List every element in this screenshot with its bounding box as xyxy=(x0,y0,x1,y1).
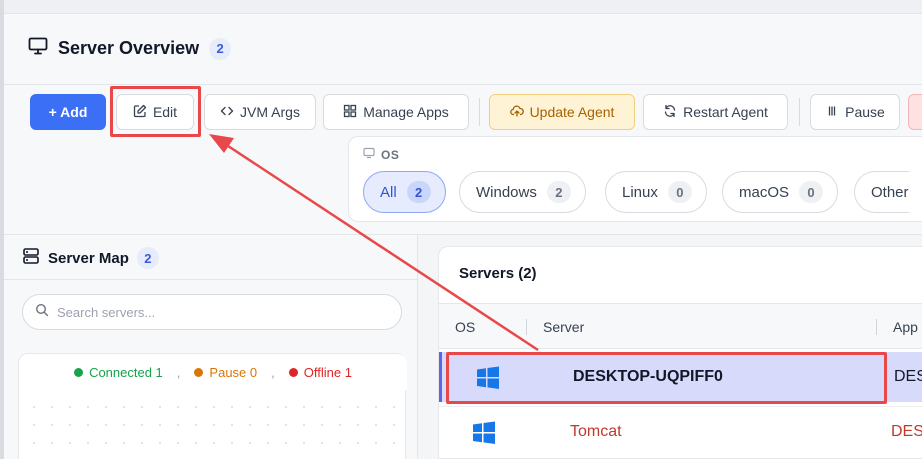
legend-offline: Offline 1 xyxy=(288,364,352,380)
legend-pause-label: Pause 0 xyxy=(209,364,258,380)
restart-agent-button[interactable]: Restart Agent xyxy=(643,94,788,130)
code-icon xyxy=(220,104,234,121)
refresh-icon xyxy=(663,104,677,121)
manage-apps-button[interactable]: Manage Apps xyxy=(323,94,469,130)
manage-apps-label: Manage Apps xyxy=(363,104,449,120)
monitor-icon xyxy=(363,147,375,162)
map-divider xyxy=(4,279,418,280)
pause-dot xyxy=(194,367,204,377)
edit-highlight-box xyxy=(110,86,201,137)
pause-icon xyxy=(825,104,839,121)
legend-connected: Connected 1 xyxy=(74,365,163,380)
pause-label: Pause xyxy=(845,104,885,120)
table-row[interactable]: Tomcat DES xyxy=(439,406,922,456)
status-legend: Connected 1 , Pause 0 , Offline 1 xyxy=(19,354,407,390)
os-chip-linux[interactable]: Linux 0 xyxy=(605,171,707,213)
chip-count: 2 xyxy=(546,181,571,203)
pause-button[interactable]: Pause xyxy=(810,94,900,130)
chip-label: Windows xyxy=(476,183,537,201)
restart-agent-label: Restart Agent xyxy=(683,104,768,120)
jvm-args-label: JVM Args xyxy=(240,104,300,120)
add-button-label: + Add xyxy=(48,104,88,120)
column-header-app[interactable]: App xyxy=(893,319,918,335)
legend-separator: , xyxy=(271,364,275,380)
os-filter-label: OS xyxy=(363,147,399,162)
grid-icon xyxy=(343,104,357,121)
server-map-title: Server Map xyxy=(48,249,129,267)
server-name: Tomcat xyxy=(570,423,622,440)
server-stack-icon xyxy=(22,247,40,269)
os-filter-panel: OS All 2 Windows 2 Linux 0 macOS 0 Other xyxy=(348,136,922,222)
column-header-os[interactable]: OS xyxy=(455,319,475,335)
toolbar-divider xyxy=(4,84,922,85)
server-app: DES xyxy=(891,423,922,440)
chip-count: 2 xyxy=(406,181,431,203)
top-strip xyxy=(4,0,922,14)
os-chip-all[interactable]: All 2 xyxy=(363,171,446,213)
cloud-upload-icon xyxy=(509,104,524,121)
legend-pause: Pause 0 xyxy=(194,365,257,380)
stop-button-partial[interactable] xyxy=(908,94,922,130)
servers-title: Servers (2) xyxy=(459,265,537,282)
chip-label: macOS xyxy=(739,183,790,201)
server-search[interactable] xyxy=(22,294,402,330)
jvm-args-button[interactable]: JVM Args xyxy=(204,94,316,130)
server-app: DES xyxy=(894,368,922,385)
page-title: Server Overview xyxy=(58,38,200,58)
os-chip-macos[interactable]: macOS 0 xyxy=(722,171,839,213)
search-input[interactable] xyxy=(57,304,377,320)
column-divider[interactable] xyxy=(876,319,877,335)
chip-count: 0 xyxy=(799,181,824,203)
toolbar-separator xyxy=(479,98,480,126)
chip-label: Other xyxy=(871,183,909,201)
search-icon xyxy=(35,303,49,322)
server-map-header: Server Map 2 xyxy=(22,247,159,269)
column-header-server[interactable]: Server xyxy=(543,319,584,335)
chip-label: Linux xyxy=(622,183,658,201)
windows-icon xyxy=(472,421,496,445)
os-chip-other[interactable]: Other xyxy=(854,171,909,213)
update-agent-label: Update Agent xyxy=(529,104,615,120)
server-count-badge: 2 xyxy=(209,37,232,60)
server-map-count: 2 xyxy=(136,247,159,269)
map-canvas[interactable]: Connected 1 , Pause 0 , Offline 1 xyxy=(18,353,407,459)
column-divider[interactable] xyxy=(526,319,527,335)
row-highlight-box xyxy=(446,352,887,404)
connected-dot xyxy=(74,367,84,377)
update-agent-button[interactable]: Update Agent xyxy=(489,94,635,130)
toolbar-separator xyxy=(799,98,800,126)
monitor-icon xyxy=(28,36,48,61)
add-button[interactable]: + Add xyxy=(30,94,106,130)
table-header: OS Server App xyxy=(439,303,922,349)
os-chip-windows[interactable]: Windows 2 xyxy=(459,171,586,213)
chip-label: All xyxy=(380,183,397,201)
offline-dot xyxy=(288,367,298,377)
legend-offline-label: Offline 1 xyxy=(303,364,352,380)
os-label-text: OS xyxy=(381,147,400,162)
chip-count: 0 xyxy=(667,181,692,203)
page-header: Server Overview 2 xyxy=(28,36,232,61)
legend-separator: , xyxy=(176,364,181,380)
legend-connected-label: Connected 1 xyxy=(89,364,163,380)
server-map-panel: Server Map 2 Connected 1 , Pause 0 , Off… xyxy=(4,234,418,459)
